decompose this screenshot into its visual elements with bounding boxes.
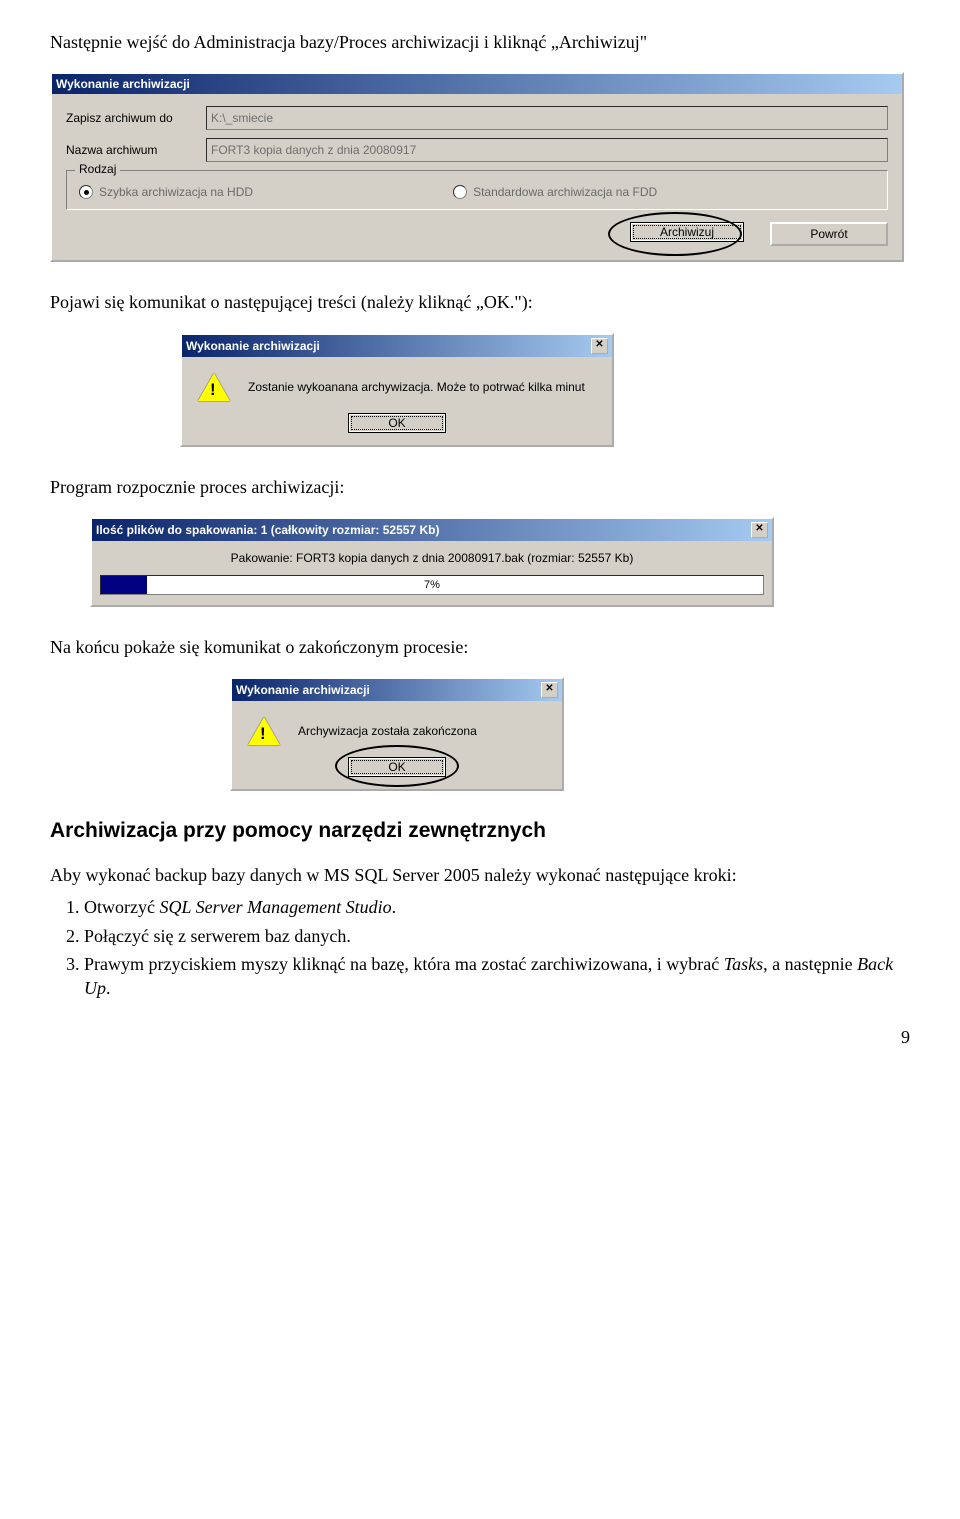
titlebar-text: Wykonanie archiwizacji (186, 339, 320, 353)
text: Otworzyć (84, 897, 159, 917)
paragraph-intro-5: Aby wykonać backup bazy danych w MS SQL … (50, 863, 910, 887)
group-kind-legend: Rodzaj (75, 162, 120, 176)
titlebar-text: Ilość plików do spakowania: 1 (całkowity… (96, 523, 439, 537)
numbered-steps: Otworzyć SQL Server Management Studio. P… (84, 895, 910, 1000)
dialog-progress: Ilość plików do spakowania: 1 (całkowity… (90, 517, 774, 607)
paragraph-intro-1: Następnie wejść do Administracja bazy/Pr… (50, 30, 910, 54)
progress-text: Pakowanie: FORT3 kopia danych z dnia 200… (92, 541, 772, 571)
titlebar[interactable]: Wykonanie archiwizacji ✕ (182, 335, 612, 357)
list-item: Otworzyć SQL Server Management Studio. (84, 895, 910, 919)
warning-icon (198, 373, 230, 401)
close-icon[interactable]: ✕ (591, 338, 608, 354)
group-kind: Rodzaj Szybka archiwizacja na HDD Standa… (66, 170, 888, 210)
paragraph-intro-3: Program rozpocznie proces archiwizacji: (50, 475, 910, 499)
radio-icon (79, 185, 93, 199)
ok-button[interactable]: OK (348, 413, 446, 433)
text: Prawym przyciskiem myszy kliknąć na bazę… (84, 954, 724, 974)
close-icon[interactable]: ✕ (541, 682, 558, 698)
archive-button[interactable]: Archiwizuj (630, 222, 744, 242)
titlebar[interactable]: Ilość plików do spakowania: 1 (całkowity… (92, 519, 772, 541)
dialog-archive-complete: Wykonanie archiwizacji ✕ Archywizacja zo… (230, 677, 564, 791)
paragraph-intro-2: Pojawi się komunikat o następującej treś… (50, 290, 910, 314)
input-save-to[interactable]: K:\_smiecie (206, 106, 888, 130)
paragraph-intro-4: Na końcu pokaże się komunikat o zakończo… (50, 635, 910, 659)
page-number: 9 (50, 1027, 910, 1048)
progress-bar: 7% (100, 575, 764, 595)
titlebar[interactable]: Wykonanie archiwizacji ✕ (232, 679, 562, 701)
radio-label: Standardowa archiwizacja na FDD (473, 185, 657, 199)
radio-standard-fdd[interactable]: Standardowa archiwizacja na FDD (453, 185, 657, 199)
list-item: Prawym przyciskiem myszy kliknąć na bazę… (84, 952, 910, 1001)
back-button[interactable]: Powrót (770, 222, 888, 246)
label-archive-name: Nazwa archiwum (66, 143, 196, 157)
text: . (106, 978, 111, 998)
message-text: Archywizacja została zakończona (298, 724, 477, 738)
radio-label: Szybka archiwizacja na HDD (99, 185, 253, 199)
label-save-to: Zapisz archiwum do (66, 111, 196, 125)
dialog-archive-config: Wykonanie archiwizacji Zapisz archiwum d… (50, 72, 904, 262)
input-archive-name[interactable]: FORT3 kopia danych z dnia 20080917 (206, 138, 888, 162)
progress-percent-label: 7% (101, 576, 763, 594)
section-heading: Archiwizacja przy pomocy narzędzi zewnęt… (50, 819, 910, 843)
titlebar-text: Wykonanie archiwizacji (56, 77, 190, 91)
radio-icon (453, 185, 467, 199)
emphasis: SQL Server Management Studio (159, 897, 391, 917)
message-text: Zostanie wykoanana archywizacja. Może to… (248, 380, 585, 394)
ok-button[interactable]: OK (348, 757, 446, 777)
emphasis: Tasks (724, 954, 763, 974)
list-item: Połączyć się z serwerem baz danych. (84, 924, 910, 948)
text: , a następnie (763, 954, 857, 974)
text: . (392, 897, 397, 917)
titlebar[interactable]: Wykonanie archiwizacji (52, 74, 902, 94)
warning-icon (248, 717, 280, 745)
dialog-confirm-archive: Wykonanie archiwizacji ✕ Zostanie wykoan… (180, 333, 614, 447)
radio-fast-hdd[interactable]: Szybka archiwizacja na HDD (79, 185, 253, 199)
close-icon[interactable]: ✕ (751, 522, 768, 538)
titlebar-text: Wykonanie archiwizacji (236, 683, 370, 697)
